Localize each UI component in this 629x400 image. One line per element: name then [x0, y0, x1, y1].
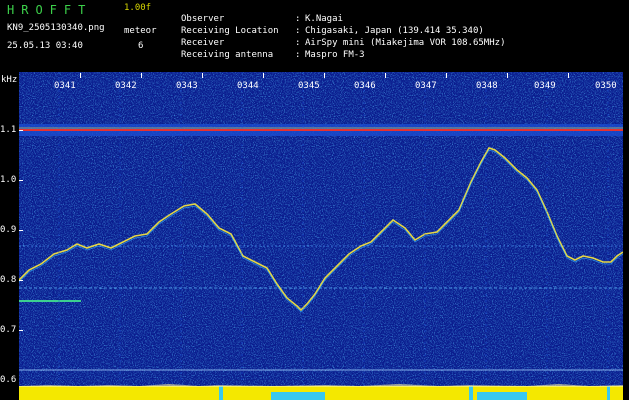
app-title: HROFFT — [7, 3, 93, 17]
time-tick — [568, 73, 569, 78]
info-row-observer: Observer: K.Nagai — [181, 14, 343, 24]
level-bar-gap — [219, 386, 223, 400]
time-label: 0345 — [298, 81, 320, 91]
signal-level-bar — [19, 384, 623, 400]
info-key: Receiving antenna — [181, 50, 274, 60]
info-row-antenna: Receiving antenna: Maspro FM-3 — [181, 50, 365, 60]
level-bar-gap — [477, 392, 527, 400]
time-tick — [324, 73, 325, 78]
time-tick — [80, 73, 81, 78]
time-tick — [202, 73, 203, 78]
datetime-label: 25.05.13 03:40 — [7, 41, 83, 51]
meteor-count: 6 — [138, 41, 144, 51]
frequency-label: 1.0 — [0, 175, 17, 185]
frequency-unit-label: kHz — [1, 75, 18, 85]
frequency-tick — [19, 330, 23, 331]
level-bar-gap — [271, 392, 325, 400]
info-row-receiver: Receiver: AirSpy mini (Miakejima VOR 108.… — [181, 38, 506, 48]
version-label: 1.00f — [124, 3, 152, 13]
info-value: Chigasaki, Japan (139.414 35.340) — [305, 26, 484, 36]
time-tick — [263, 73, 264, 78]
time-label: 0342 — [115, 81, 137, 91]
meteor-label: meteor — [124, 26, 157, 36]
frequency-label: 0.7 — [0, 325, 17, 335]
header-panel: HROFFT 1.00f KN9_2505130340.png meteor 2… — [0, 0, 629, 72]
info-value: AirSpy mini (Miakejima VOR 108.65MHz) — [305, 38, 506, 48]
time-label: 0348 — [476, 81, 498, 91]
frequency-label: 0.6 — [0, 375, 17, 385]
time-label: 0350 — [595, 81, 617, 91]
time-label: 0349 — [534, 81, 556, 91]
frequency-tick — [19, 230, 23, 231]
filename-label: KN9_2505130340.png — [7, 23, 105, 33]
time-tick — [141, 73, 142, 78]
spectrogram — [19, 72, 623, 398]
time-label: 0341 — [54, 81, 76, 91]
time-label: 0346 — [354, 81, 376, 91]
level-bar-gap — [607, 386, 610, 400]
frequency-tick — [19, 280, 23, 281]
level-bar-gap — [469, 386, 473, 400]
info-value: K.Nagai — [305, 14, 343, 24]
frequency-tick — [19, 180, 23, 181]
frequency-label: 0.9 — [0, 225, 17, 235]
time-label: 0344 — [237, 81, 259, 91]
frequency-label: 0.8 — [0, 275, 17, 285]
frequency-tick — [19, 130, 23, 131]
level-bar-peaks — [19, 384, 623, 387]
time-tick — [446, 73, 447, 78]
time-tick — [385, 73, 386, 78]
info-value: Maspro FM-3 — [305, 50, 365, 60]
info-row-location: Receiving Location: Chigasaki, Japan (139… — [181, 26, 484, 36]
time-label: 0347 — [415, 81, 437, 91]
time-label: 0343 — [176, 81, 198, 91]
noise-layer — [19, 72, 623, 398]
time-tick — [507, 73, 508, 78]
frequency-label: 1.1 — [0, 125, 17, 135]
